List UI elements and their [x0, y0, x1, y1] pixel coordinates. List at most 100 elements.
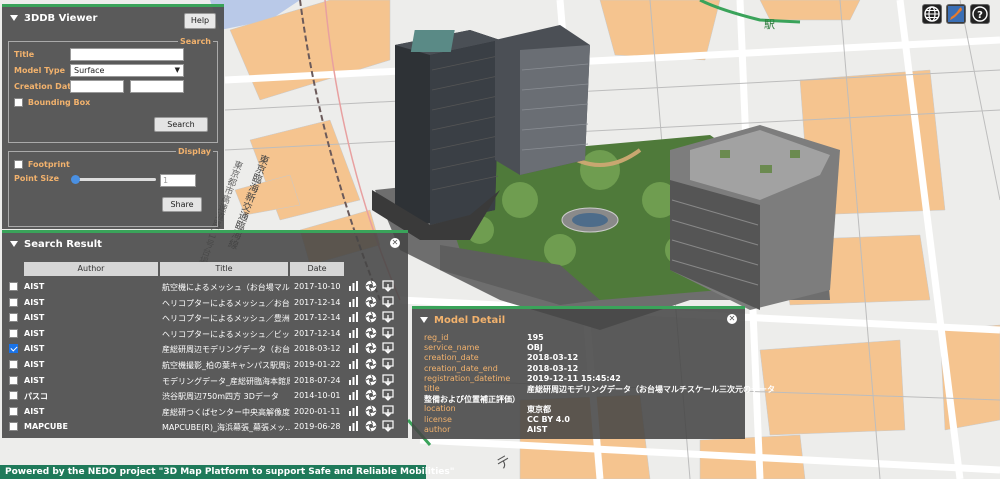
row-title[interactable]: ヘリコプターによるメッシュ／豊洲（…: [162, 313, 290, 324]
help-round-button[interactable]: ?: [970, 4, 990, 24]
download-icon[interactable]: [382, 295, 394, 308]
chart-icon[interactable]: [348, 358, 360, 370]
japan-map-button[interactable]: [946, 4, 966, 24]
download-icon[interactable]: [382, 311, 394, 324]
download-icon[interactable]: [382, 389, 394, 402]
row-author: AIST: [24, 282, 45, 291]
table-row[interactable]: AIST 産総研つくばセンター中央高解像度ド… 2020-01-11: [2, 404, 408, 419]
chart-icon[interactable]: [348, 389, 360, 401]
search-result-title[interactable]: Search Result: [10, 239, 102, 250]
creation-date-end-input[interactable]: [130, 80, 184, 93]
chart-icon[interactable]: [348, 374, 360, 386]
row-date: 2019-01-22: [294, 360, 341, 369]
row-date: 2018-03-12: [294, 344, 341, 354]
chart-icon[interactable]: [348, 296, 360, 308]
aperture-icon[interactable]: [365, 389, 377, 401]
table-row[interactable]: AIST ヘリコプターによるメッシュ／ビッグ… 2017-12-14: [2, 326, 408, 341]
collapse-icon[interactable]: [10, 241, 18, 247]
download-icon[interactable]: [382, 420, 394, 433]
row-checkbox[interactable]: [9, 422, 18, 432]
table-row[interactable]: AIST ヘリコプターによるメッシュ／豊洲（… 2017-12-14: [2, 310, 408, 325]
chart-icon[interactable]: [348, 280, 360, 292]
download-icon[interactable]: [382, 342, 394, 355]
row-title[interactable]: ヘリコプターによるメッシュ／お台場…: [162, 298, 290, 309]
download-icon[interactable]: [382, 358, 394, 370]
row-checkbox[interactable]: [9, 328, 18, 338]
row-title[interactable]: 産総研つくばセンター中央高解像度ド…: [162, 407, 290, 418]
close-icon[interactable]: ✕: [727, 314, 737, 324]
aperture-icon[interactable]: [365, 296, 377, 308]
footprint-checkbox[interactable]: [14, 160, 23, 169]
bounding-box-checkbox-row[interactable]: Bounding Box: [14, 98, 90, 108]
col-header-date[interactable]: Date: [290, 262, 344, 276]
row-title[interactable]: 産総研周辺モデリングデータ（お台場…: [162, 344, 290, 355]
model-detail-title[interactable]: Model Detail: [420, 315, 505, 326]
model-type-select[interactable]: Surface ▼: [70, 64, 184, 77]
row-title[interactable]: 航空機によるメッシュ（お台場マルチ…: [162, 282, 290, 293]
row-date: 2018-07-24: [294, 375, 341, 385]
search-button[interactable]: Search: [154, 117, 208, 132]
row-date: 2017-12-14: [294, 313, 341, 323]
chart-icon[interactable]: [348, 342, 360, 354]
table-row[interactable]: AIST 航空機によるメッシュ（お台場マルチ… 2017-10-10: [2, 279, 408, 294]
table-row[interactable]: AIST 産総研周辺モデリングデータ（お台場… 2018-03-12: [2, 341, 408, 356]
row-title[interactable]: ヘリコプターによるメッシュ／ビッグ…: [162, 329, 290, 340]
title-input[interactable]: [70, 48, 184, 61]
viewer-title[interactable]: 3DDB Viewer: [10, 13, 97, 24]
close-icon[interactable]: ✕: [390, 238, 400, 248]
row-checkbox[interactable]: [9, 406, 18, 416]
collapse-icon[interactable]: [420, 317, 428, 323]
col-header-author[interactable]: Author: [24, 262, 158, 276]
download-icon[interactable]: [382, 280, 394, 292]
globe-button[interactable]: [922, 4, 942, 24]
svg-text:?: ?: [977, 10, 983, 21]
bounding-box-checkbox[interactable]: [14, 98, 23, 107]
table-row[interactable]: AIST ヘリコプターによるメッシュ／お台場… 2017-12-14: [2, 295, 408, 310]
aperture-icon[interactable]: [365, 327, 377, 339]
row-checkbox[interactable]: [9, 360, 18, 369]
aperture-icon[interactable]: [365, 311, 377, 323]
aperture-icon[interactable]: [365, 405, 377, 417]
title-label: Title: [14, 50, 35, 59]
row-title[interactable]: MAPCUBE(R)_海浜幕張_幕張メッ…: [162, 422, 290, 433]
station-label: 駅: [764, 18, 775, 31]
row-actions: [348, 280, 399, 292]
row-author: AIST: [24, 406, 45, 416]
row-checkbox[interactable]: [9, 282, 18, 291]
aperture-icon[interactable]: [365, 280, 377, 292]
row-title[interactable]: 渋谷駅周辺750m四方 3Dデータ: [162, 391, 290, 402]
creation-date-start-input[interactable]: [70, 80, 124, 93]
aperture-icon[interactable]: [365, 358, 377, 370]
row-title[interactable]: 航空機撮影_柏の葉キャンパス駅周辺: [162, 360, 290, 371]
aperture-icon[interactable]: [365, 374, 377, 386]
chart-icon[interactable]: [348, 327, 360, 339]
download-icon[interactable]: [382, 373, 394, 386]
slider-handle[interactable]: [71, 175, 80, 184]
row-date: 2014-10-01: [294, 391, 341, 401]
download-icon[interactable]: [382, 327, 394, 339]
chart-icon[interactable]: [348, 420, 360, 432]
detail-label: creation_date_end: [424, 363, 498, 373]
aperture-icon[interactable]: [365, 342, 377, 354]
col-header-title[interactable]: Title: [160, 262, 288, 276]
share-button[interactable]: Share: [162, 197, 202, 212]
download-icon[interactable]: [382, 405, 394, 417]
row-checkbox[interactable]: [9, 297, 18, 307]
row-title[interactable]: モデリングデータ_産総研臨海本館周辺: [162, 376, 290, 387]
table-row[interactable]: パスコ 渋谷駅周辺750m四方 3Dデータ 2014-10-01: [2, 388, 408, 403]
aperture-icon[interactable]: [365, 420, 377, 432]
point-size-slider[interactable]: [71, 175, 156, 184]
collapse-icon[interactable]: [10, 15, 18, 21]
point-size-input[interactable]: 1: [160, 174, 196, 187]
table-row[interactable]: AIST 航空機撮影_柏の葉キャンパス駅周辺 2019-01-22: [2, 357, 408, 372]
help-button[interactable]: Help: [184, 13, 216, 29]
row-checkbox[interactable]: [9, 375, 18, 385]
row-checkbox[interactable]: [9, 391, 18, 401]
table-row[interactable]: AIST モデリングデータ_産総研臨海本館周辺 2018-07-24: [2, 373, 408, 388]
footprint-checkbox-row[interactable]: Footprint: [14, 160, 70, 170]
chart-icon[interactable]: [348, 405, 360, 417]
row-checkbox[interactable]: [9, 344, 18, 354]
chart-icon[interactable]: [348, 311, 360, 323]
table-row[interactable]: MAPCUBE MAPCUBE(R)_海浜幕張_幕張メッ… 2019-06-28: [2, 419, 408, 434]
row-checkbox[interactable]: [9, 313, 18, 323]
